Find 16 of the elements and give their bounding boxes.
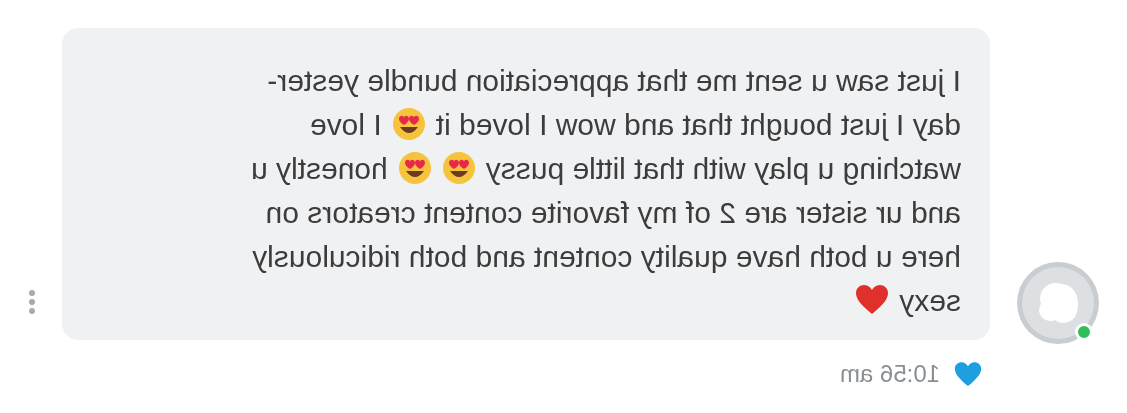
message-text: sexy [899,282,961,319]
avatar[interactable] [1017,262,1100,344]
message-text: I love [309,106,382,143]
message-text: I just saw u sent me that appreciation bundle yester- [267,62,961,99]
heart-eyes-emoji-icon [391,107,426,141]
message-time: 10:56 am [839,359,940,389]
like-heart-icon[interactable] [954,361,982,387]
message-text: honestly u [251,150,388,187]
heart-eyes-emoji-icon [441,151,476,185]
heart-emoji-icon [855,285,890,315]
heart-eyes-emoji-icon [397,151,432,185]
message-text: day I just bought that and wow I loved it [435,106,961,143]
message-text: and ur sister are 2 of my favorite content creators on [265,194,961,231]
more-options-icon[interactable] [28,290,36,314]
message-text: here u both have quality content and both ridiculously [252,238,961,275]
message-text: watching u play with that little pussy [485,150,961,187]
